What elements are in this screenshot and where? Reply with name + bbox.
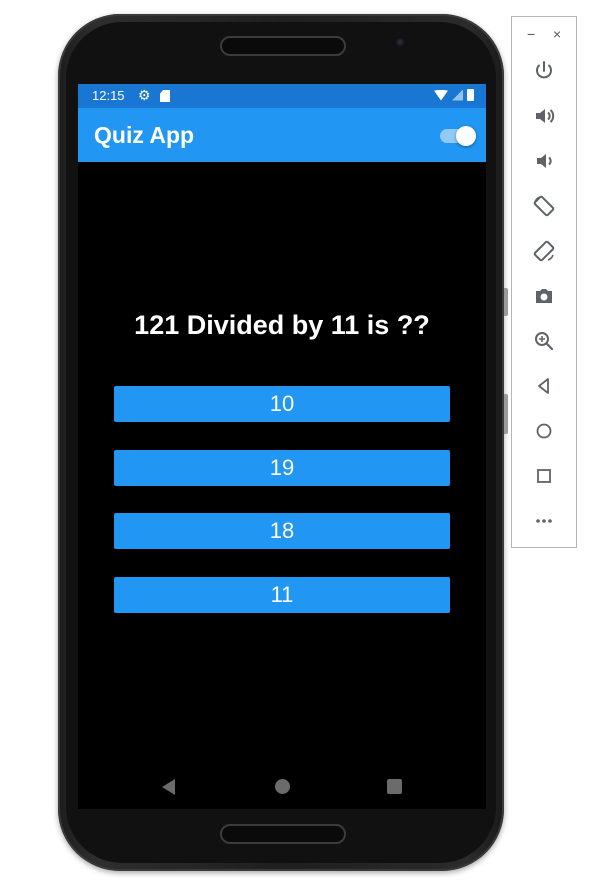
status-indicators xyxy=(434,89,474,101)
top-speaker xyxy=(220,36,346,56)
toggle-thumb xyxy=(456,126,476,146)
rotate-right-icon[interactable] xyxy=(532,239,556,263)
more-icon[interactable] xyxy=(532,509,556,533)
back-icon[interactable] xyxy=(532,374,556,398)
answer-button-4[interactable]: 11 xyxy=(114,577,450,613)
answer-button-1[interactable]: 10 xyxy=(114,386,450,422)
front-camera xyxy=(396,38,406,48)
navigation-bar xyxy=(78,764,486,809)
side-button xyxy=(504,394,508,434)
minimize-button[interactable]: − xyxy=(527,27,535,41)
app-bar: Quiz App xyxy=(78,108,486,162)
bottom-speaker xyxy=(220,824,346,844)
camera-icon[interactable] xyxy=(532,284,556,308)
home-icon[interactable] xyxy=(532,419,556,443)
side-button xyxy=(504,288,508,316)
sd-card-icon xyxy=(160,90,170,102)
question-text: 121 Divided by 11 is ?? xyxy=(134,310,430,340)
answer-button-3[interactable]: 18 xyxy=(114,513,450,549)
theme-toggle-switch[interactable] xyxy=(440,125,476,146)
nav-recents-icon[interactable] xyxy=(387,779,402,794)
emulator-toolbar: − × xyxy=(511,16,577,548)
nav-home-icon[interactable] xyxy=(275,779,290,794)
power-icon[interactable] xyxy=(532,59,556,83)
nav-back-icon[interactable] xyxy=(162,779,175,795)
close-button[interactable]: × xyxy=(553,27,561,41)
status-bar: 12:15 ⚙ xyxy=(78,84,486,108)
settings-icon: ⚙ xyxy=(138,87,151,103)
battery-icon xyxy=(467,89,474,101)
answer-button-2[interactable]: 19 xyxy=(114,450,450,486)
device-screen: 12:15 ⚙ Quiz App 121 Divided by 11 is ??… xyxy=(78,84,486,809)
zoom-icon[interactable] xyxy=(532,329,556,353)
volume-down-icon[interactable] xyxy=(532,149,556,173)
cell-signal-icon xyxy=(452,89,463,101)
app-title: Quiz App xyxy=(94,122,195,148)
overview-icon[interactable] xyxy=(532,464,556,488)
rotate-left-icon[interactable] xyxy=(532,194,556,218)
wifi-icon xyxy=(434,89,448,101)
volume-up-icon[interactable] xyxy=(532,104,556,128)
status-time: 12:15 xyxy=(92,88,125,103)
